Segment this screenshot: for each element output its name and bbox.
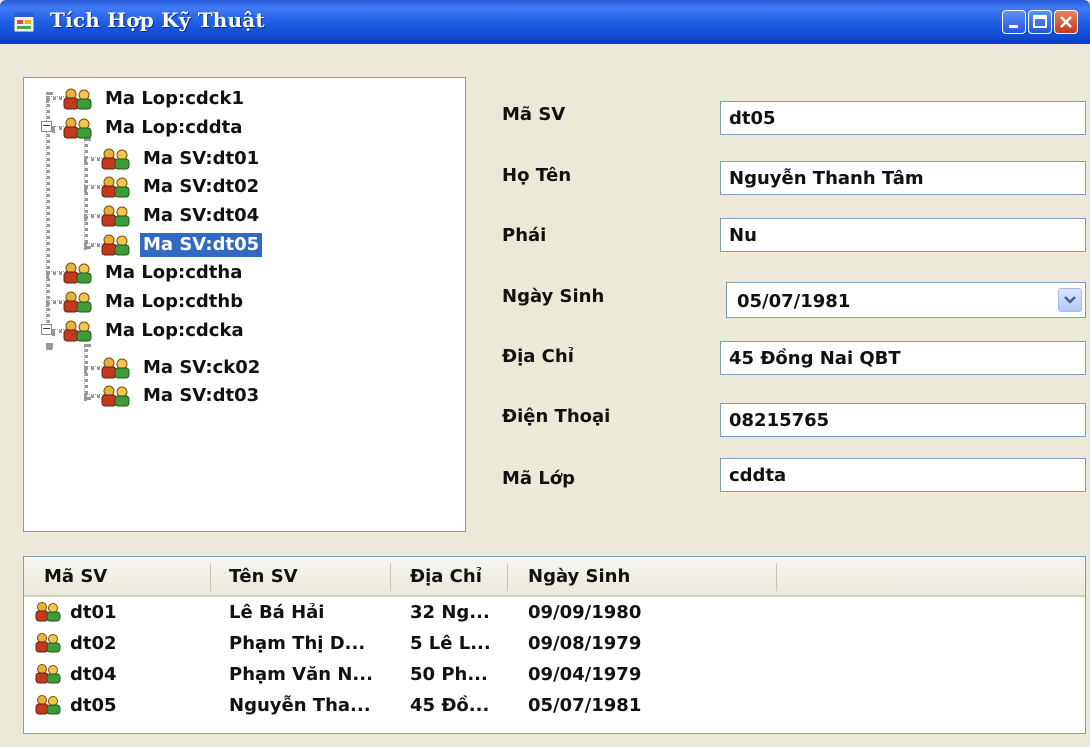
ma-sv-label: Mã SV xyxy=(502,104,566,125)
ngay-sinh-value: 05/07/1981 xyxy=(737,291,851,312)
dia-chi-label: Địa Chỉ xyxy=(502,346,574,367)
date-dropdown-button[interactable] xyxy=(1058,288,1082,312)
minimize-icon xyxy=(1009,25,1018,28)
grid-cell: Phạm Văn N... xyxy=(229,664,373,685)
users-icon xyxy=(101,176,130,198)
ho-ten-field[interactable]: Nguyễn Thanh Tâm xyxy=(720,161,1086,195)
app-window: Tích Hợp Kỹ Thuật − − Ma Lop:cdck1 Ma Lop… xyxy=(0,0,1090,747)
ngay-sinh-label: Ngày Sinh xyxy=(502,286,605,307)
maximize-button[interactable] xyxy=(1028,10,1052,34)
dia-chi-field[interactable]: 45 Đồng Nai QBT xyxy=(720,341,1086,375)
ma-lop-label: Mã Lớp xyxy=(502,468,576,489)
table-row[interactable]: dt05 Nguyễn Tha... 45 Đồ... 05/07/1981 xyxy=(24,691,1085,721)
users-icon xyxy=(101,234,130,256)
tree-node-label: Ma SV:ck02 xyxy=(143,357,261,378)
users-icon xyxy=(63,262,92,284)
class-student-tree[interactable]: − − Ma Lop:cdck1 Ma Lop:cddta Ma SV:dt01 Ma… xyxy=(23,77,466,532)
grid-cell: 45 Đồ... xyxy=(410,695,490,716)
tree-node-label: Ma Lop:cdck1 xyxy=(105,88,244,109)
tree-node-label: Ma SV:dt03 xyxy=(143,385,260,406)
phai-label: Phái xyxy=(502,225,547,246)
tree-node-label: Ma Lop:cdthb xyxy=(105,291,244,312)
dien-thoai-label: Điện Thoại xyxy=(502,406,611,427)
app-window-icon xyxy=(14,12,34,32)
users-icon xyxy=(35,602,61,622)
col-header-ten-sv[interactable]: Tên SV xyxy=(229,557,298,595)
close-button[interactable] xyxy=(1054,10,1078,34)
student-grid[interactable]: Mã SV Tên SV Địa Chỉ Ngày Sinh dt01 Lê Bá… xyxy=(23,556,1086,734)
window-title: Tích Hợp Kỹ Thuật xyxy=(50,8,265,32)
grid-header: Mã SV Tên SV Địa Chỉ Ngày Sinh xyxy=(24,557,1085,597)
users-icon xyxy=(35,695,61,715)
grid-cell: dt02 xyxy=(70,633,117,654)
table-row[interactable]: dt04 Phạm Văn N... 50 Ph... 09/04/1979 xyxy=(24,660,1085,690)
users-icon xyxy=(63,320,92,342)
grid-cell: 09/08/1979 xyxy=(528,633,642,654)
tree-node-label: Ma Lop:cdcka xyxy=(105,320,244,341)
users-icon xyxy=(63,117,92,139)
title-bar[interactable]: Tích Hợp Kỹ Thuật xyxy=(0,0,1090,44)
collapse-cddta-icon[interactable]: − xyxy=(41,120,52,132)
users-icon xyxy=(101,205,130,227)
grid-cell: 09/04/1979 xyxy=(528,664,642,685)
table-row[interactable]: dt01 Lê Bá Hải 32 Ng... 09/09/1980 xyxy=(24,598,1085,628)
ma-lop-field[interactable]: cddta xyxy=(720,458,1086,492)
grid-cell: Phạm Thị D... xyxy=(229,633,366,654)
chevron-down-icon xyxy=(1064,296,1076,304)
col-header-dia-chi[interactable]: Địa Chỉ xyxy=(410,557,482,595)
users-icon xyxy=(35,633,61,653)
users-icon xyxy=(35,664,61,684)
grid-cell: Lê Bá Hải xyxy=(229,602,325,623)
dien-thoai-field[interactable]: 08215765 xyxy=(720,403,1086,437)
users-icon xyxy=(63,291,92,313)
users-icon xyxy=(63,88,92,110)
grid-cell: 5 Lê L... xyxy=(410,633,491,654)
users-icon xyxy=(101,385,130,407)
col-header-ngay-sinh[interactable]: Ngày Sinh xyxy=(528,557,630,595)
ngay-sinh-picker[interactable]: 05/07/1981 xyxy=(726,282,1086,318)
grid-cell: 32 Ng... xyxy=(410,602,490,623)
grid-cell: dt01 xyxy=(70,602,117,623)
maximize-icon xyxy=(1033,15,1047,28)
ma-sv-field[interactable]: dt05 xyxy=(720,101,1086,135)
tree-node-label: Ma SV:dt02 xyxy=(143,176,260,197)
grid-cell: dt04 xyxy=(70,664,117,685)
minimize-button[interactable] xyxy=(1002,10,1026,34)
ho-ten-label: Họ Tên xyxy=(502,165,572,186)
col-header-ma-sv[interactable]: Mã SV xyxy=(44,557,107,595)
grid-cell: 05/07/1981 xyxy=(528,695,642,716)
users-icon xyxy=(101,148,130,170)
grid-cell: Nguyễn Tha... xyxy=(229,695,371,716)
grid-cell: 50 Ph... xyxy=(410,664,488,685)
tree-node-label: Ma SV:dt05 xyxy=(140,233,263,257)
tree-node-label: Ma SV:dt04 xyxy=(143,205,260,226)
tree-node-label: Ma SV:dt01 xyxy=(143,148,260,169)
grid-cell: 09/09/1980 xyxy=(528,602,642,623)
users-icon xyxy=(101,357,130,379)
phai-field[interactable]: Nu xyxy=(720,218,1086,252)
tree-node-label: Ma Lop:cdtha xyxy=(105,262,243,283)
tree-node-label: Ma Lop:cddta xyxy=(105,117,243,138)
grid-cell: dt05 xyxy=(70,695,117,716)
table-row[interactable]: dt02 Phạm Thị D... 5 Lê L... 09/08/1979 xyxy=(24,629,1085,659)
collapse-cdcka-icon[interactable]: − xyxy=(41,323,52,335)
close-icon xyxy=(1060,16,1072,28)
